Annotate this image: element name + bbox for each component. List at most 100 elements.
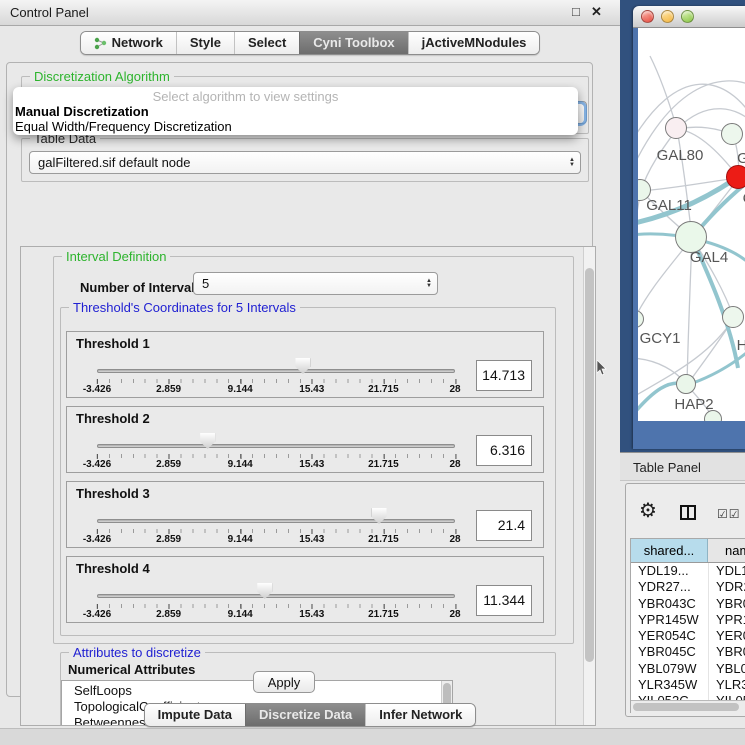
slider-tick-labels: -3.4262.8599.14415.4321.71528 (97, 378, 455, 396)
network-node[interactable] (638, 179, 651, 201)
slider-tick-label: 9.144 (228, 459, 253, 470)
threshold-4-value-field[interactable]: 11.344 (476, 585, 532, 616)
table-row[interactable]: YIL052C YIL052C (631, 693, 745, 700)
interval-definition-group-title: Interval Definition (62, 249, 170, 264)
network-node[interactable] (721, 123, 743, 145)
tab-discretize-data[interactable]: Discretize Data (245, 704, 365, 726)
cell-name: YBL079W (708, 661, 745, 677)
cell-shared-name: YER054C (631, 628, 708, 644)
tab-style[interactable]: Style (176, 32, 234, 54)
table-row[interactable]: YDL19... YDL19... (631, 563, 745, 579)
table-row[interactable]: YER054C YER054C (631, 628, 745, 644)
dropdown-prompt[interactable]: Select algorithm to view settings (13, 89, 578, 104)
slider-tick-label: 28 (449, 534, 460, 545)
threshold-2-slider-track[interactable] (97, 444, 455, 448)
cell-shared-name: YLR345W (631, 677, 708, 693)
bottom-tabbar: Impute Data Discretize Data Infer Networ… (0, 703, 620, 727)
slider-tick-label: 28 (449, 459, 460, 470)
network-canvas[interactable]: GAL80GACGAL11GAL4GCY1HHAP2 (638, 28, 745, 421)
table-row[interactable]: YDR27... YDR27... (631, 579, 745, 595)
select-columns-checkbox-icons[interactable]: ☑☑ (717, 507, 741, 521)
cell-name: YBR045C (708, 644, 745, 660)
threshold-1-value-field[interactable]: 14.713 (476, 360, 532, 391)
tab-select[interactable]: Select (234, 32, 299, 54)
tab-jactivemnodules-label: jActiveMNodules (422, 32, 527, 54)
float-window-icon[interactable]: □ (572, 4, 580, 19)
number-of-intervals-combobox[interactable]: 5 ▲ ▼ (193, 272, 438, 295)
algorithm-dropdown-popup: Select algorithm to view settings Manual… (13, 87, 578, 135)
network-node[interactable] (726, 165, 745, 189)
close-icon[interactable]: ✕ (591, 4, 602, 20)
cell-shared-name: YBL079W (631, 661, 708, 677)
table-row[interactable]: YPR145W YPR145W (631, 612, 745, 628)
threshold-2-value-field[interactable]: 6.316 (476, 435, 532, 466)
cell-shared-name: YPR145W (631, 612, 708, 628)
tab-cyni-toolbox-label: Cyni Toolbox (313, 32, 394, 54)
network-view-window[interactable]: GAL80GACGAL11GAL4GCY1HHAP2 (633, 6, 745, 449)
dropdown-option-manual[interactable]: Manual Discretization (15, 104, 149, 119)
apply-button[interactable]: Apply (253, 671, 315, 693)
settings-vertical-scrollbar[interactable] (583, 247, 595, 725)
cell-name: YDR27... (708, 579, 745, 595)
slider-tick-label: -3.426 (83, 459, 111, 470)
network-node[interactable] (638, 310, 644, 328)
threshold-3-value-field[interactable]: 21.4 (476, 510, 532, 541)
network-node-label: GAL80 (657, 147, 704, 164)
cell-shared-name: YBR043C (631, 596, 708, 612)
table-header-row: shared... name (631, 538, 745, 563)
tab-cyni-toolbox[interactable]: Cyni Toolbox (299, 32, 407, 54)
threshold-3-slider-track[interactable] (97, 519, 455, 523)
column-view-icon[interactable] (680, 505, 696, 520)
close-traffic-light[interactable] (641, 10, 654, 23)
column-header-name[interactable]: name (708, 539, 745, 562)
zoom-traffic-light[interactable] (681, 10, 694, 23)
dropdown-option-equal-width[interactable]: Equal Width/Frequency Discretization (15, 119, 232, 134)
tab-network[interactable]: Network (81, 32, 176, 54)
control-panel-titlebar: Control Panel □ ✕ (0, 0, 620, 26)
tab-jactivemnodules[interactable]: jActiveMNodules (408, 32, 540, 54)
slider-tick-label: 15.43 (299, 459, 324, 470)
threshold-panel-1: Threshold 1 -3.4262.8599.14415.4321.7152… (66, 331, 544, 398)
table-row[interactable]: YBR043C YBR043C (631, 596, 745, 612)
table-row[interactable]: YBR045C YBR045C (631, 644, 745, 660)
network-node[interactable] (704, 410, 722, 421)
network-node-label: GCY1 (640, 330, 681, 347)
stepper-down-icon: ▼ (569, 163, 575, 168)
threshold-4-slider-track[interactable] (97, 594, 455, 598)
table-panel-titlebar: Table Panel (620, 452, 745, 481)
threshold-1-label: Threshold 1 (76, 336, 150, 351)
slider-tick-labels: -3.4262.8599.14415.4321.71528 (97, 528, 455, 546)
table-row[interactable]: YBL079W YBL079W (631, 661, 745, 677)
threshold-1-slider-track[interactable] (97, 369, 455, 373)
number-of-intervals-stepper[interactable]: ▲ ▼ (426, 273, 432, 294)
network-node[interactable] (665, 117, 687, 139)
attributes-group-title: Attributes to discretize (69, 645, 205, 660)
minimize-traffic-light[interactable] (661, 10, 674, 23)
network-node[interactable] (675, 221, 707, 253)
network-node[interactable] (722, 306, 744, 328)
settings-scroll-viewport: Interval Definition Number of Intervals … (20, 246, 596, 726)
node-table: shared... name YDL19... YDL19... YDR27..… (630, 538, 745, 713)
gear-icon[interactable]: ⚙ (639, 501, 657, 521)
network-node[interactable] (676, 374, 696, 394)
threshold-4-label: Threshold 4 (76, 561, 150, 576)
cell-shared-name: YDR27... (631, 579, 708, 595)
tab-impute-data[interactable]: Impute Data (145, 704, 245, 726)
slider-tick-label: 2.859 (156, 384, 181, 395)
number-of-intervals-value: 5 (202, 273, 437, 294)
cell-shared-name: YDL19... (631, 563, 708, 579)
tab-select-label: Select (248, 32, 286, 54)
screen: Control Panel □ ✕ Network Style Select (0, 0, 745, 745)
table-row[interactable]: YLR345W YLR345W (631, 677, 745, 693)
table-data-stepper[interactable]: ▲ ▼ (569, 152, 575, 173)
tab-discretize-data-label: Discretize Data (259, 704, 352, 726)
tab-infer-network[interactable]: Infer Network (365, 704, 475, 726)
discretization-algorithm-group-title: Discretization Algorithm (30, 69, 174, 84)
column-header-shared-name[interactable]: shared... (631, 539, 708, 562)
network-window-titlebar[interactable] (633, 6, 745, 28)
table-horizontal-scrollbar[interactable] (631, 700, 745, 712)
cell-name: YIL052C (708, 693, 745, 700)
slider-tick-label: 28 (449, 609, 460, 620)
table-data-combobox[interactable]: galFiltered.sif default node ▲ ▼ (29, 151, 581, 174)
slider-tick-label: -3.426 (83, 384, 111, 395)
